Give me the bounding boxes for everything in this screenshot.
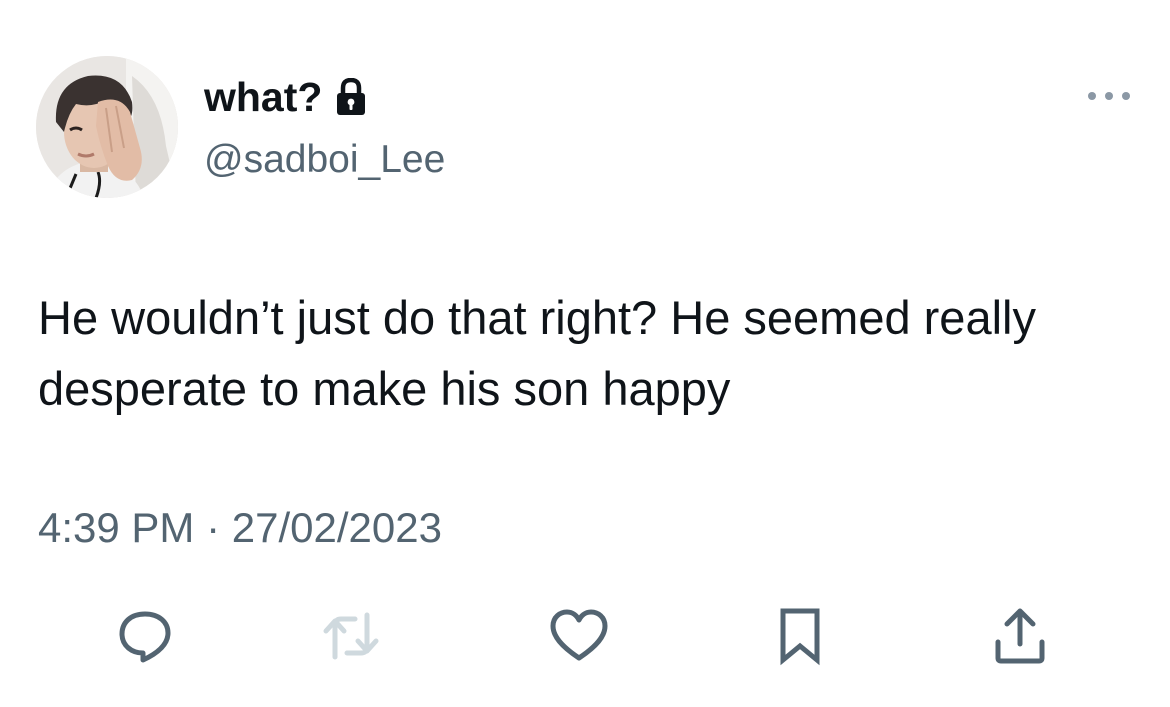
bookmark-button[interactable] [770,606,830,666]
profile-photo [36,56,178,198]
share-icon [995,608,1045,664]
bookmark-icon [780,608,820,666]
retweet-icon [323,612,379,660]
tweet: what? @sadboi_Lee He wouldn’t just do th… [0,0,1170,707]
retweet-button[interactable] [321,606,381,666]
tweet-timestamp[interactable]: 4:39 PM · 27/02/2023 [38,500,442,556]
lock-icon [336,77,366,116]
share-button[interactable] [990,606,1050,666]
reply-button[interactable] [115,606,175,666]
avatar[interactable] [36,56,178,198]
like-button[interactable] [549,606,609,666]
more-icon[interactable] [1086,86,1132,106]
heart-icon [550,609,608,661]
action-bar [0,600,1170,670]
tweet-text: He wouldn’t just do that right? He seeme… [38,291,1036,415]
display-name[interactable]: what? [204,72,322,122]
user-handle[interactable]: @sadboi_Lee [204,135,445,185]
tweet-date: 27/02/2023 [231,504,442,551]
meta-separator: · [206,504,221,551]
reply-icon [119,611,171,663]
display-name-row: what? [204,72,366,122]
tweet-time: 4:39 PM [38,504,195,551]
